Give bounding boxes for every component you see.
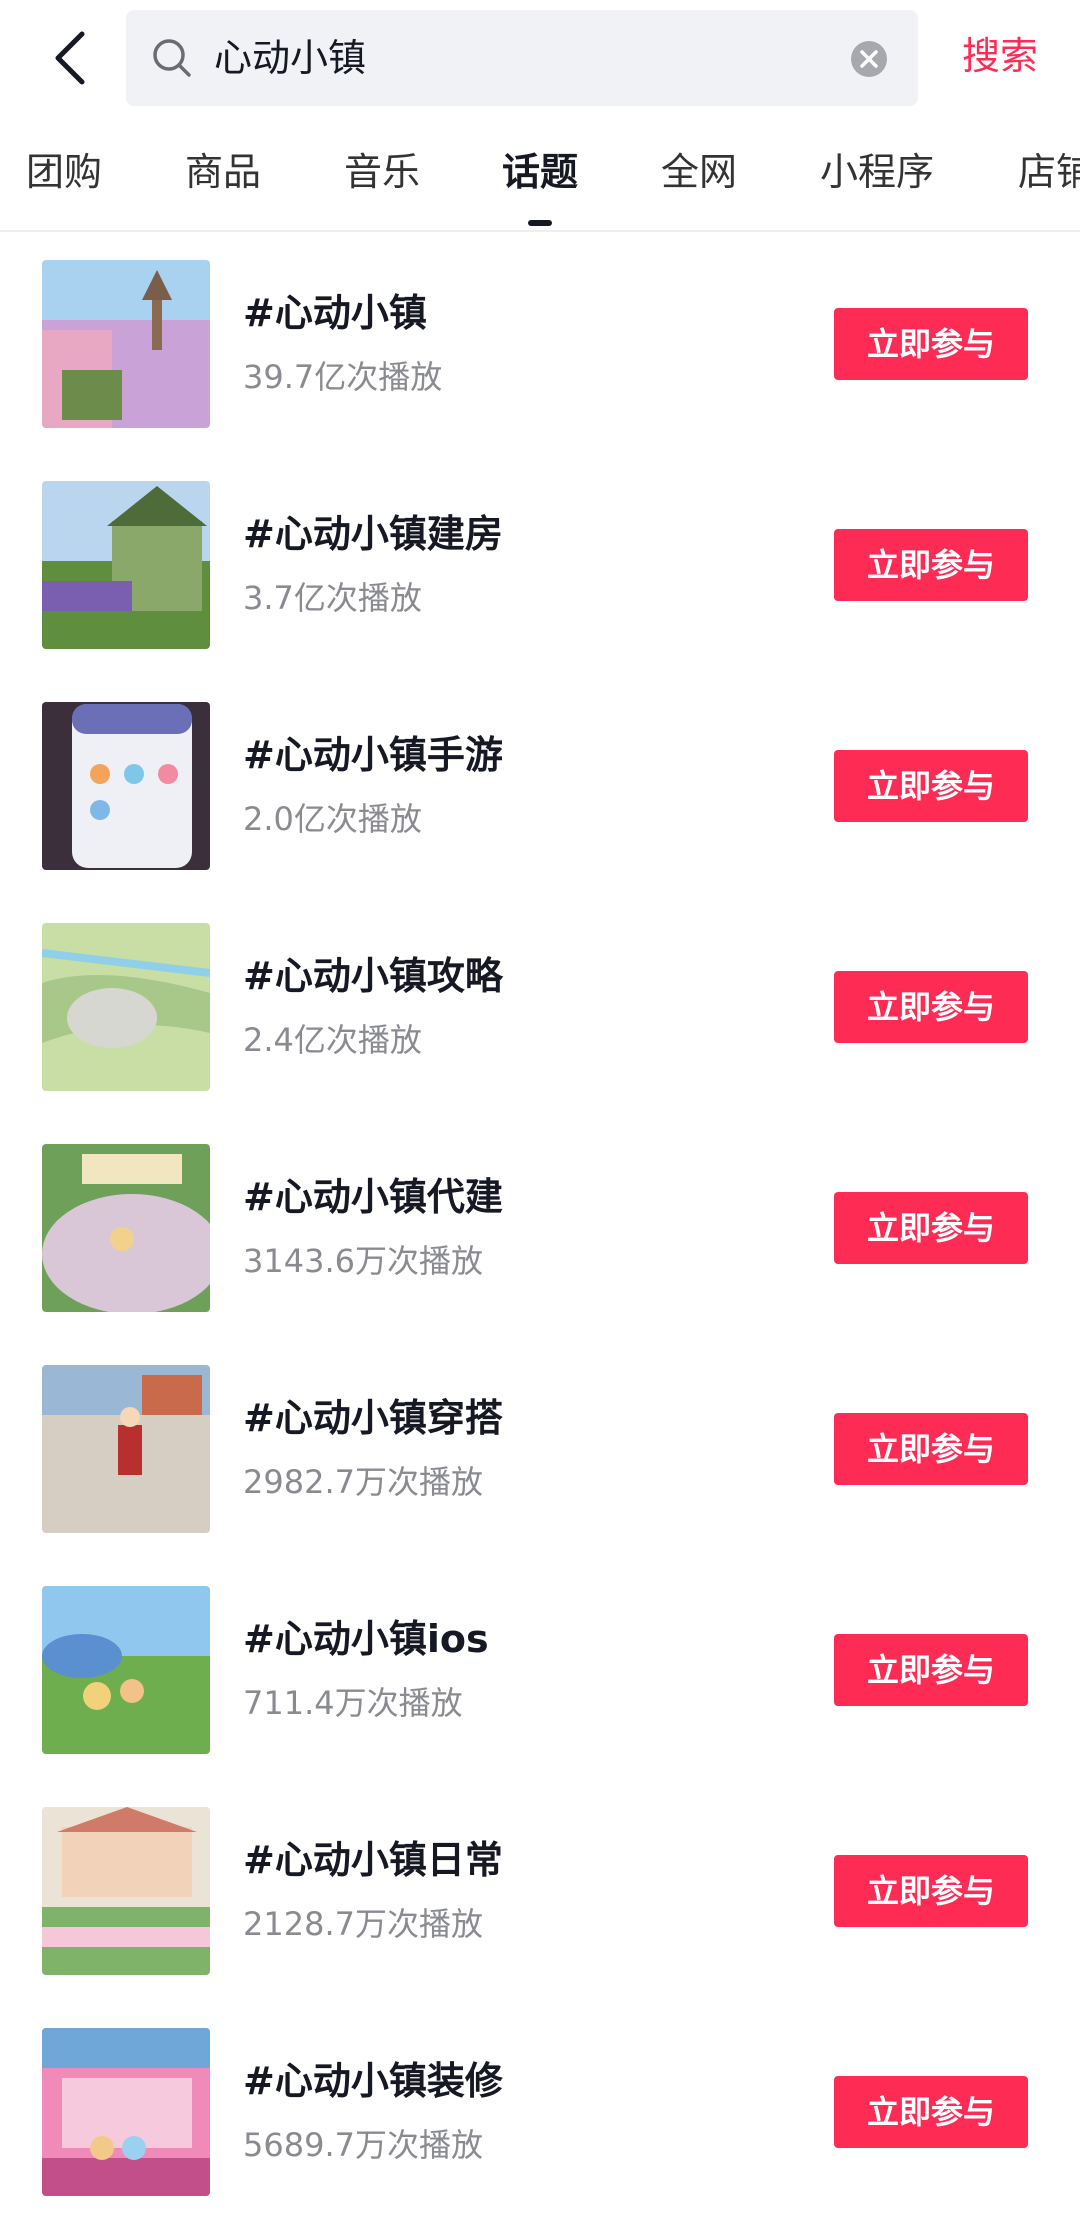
topic-play-count: 2128.7万次播放 bbox=[243, 1905, 483, 1943]
topic-play-count: 3143.6万次播放 bbox=[243, 1242, 483, 1280]
topic-title: #心动小镇穿搭 bbox=[243, 1396, 503, 1440]
topic-thumbnail bbox=[42, 2028, 210, 2196]
topic-row[interactable]: #心动小镇代建 3143.6万次播放 立即参与 bbox=[0, 1116, 1080, 1337]
search-header: 心动小镇 搜索 bbox=[0, 0, 1080, 112]
join-topic-button[interactable]: 立即参与 bbox=[834, 1634, 1028, 1706]
search-icon bbox=[153, 39, 191, 77]
topic-row[interactable]: #心动小镇手游 2.0亿次播放 立即参与 bbox=[0, 674, 1080, 895]
topic-title: #心动小镇ios bbox=[243, 1617, 489, 1661]
topic-play-count: 2.4亿次播放 bbox=[243, 1021, 422, 1059]
chevron-left-icon bbox=[55, 31, 85, 85]
topic-row[interactable]: #心动小镇装修 5689.7万次播放 立即参与 bbox=[0, 2000, 1080, 2221]
topic-play-count: 5689.7万次播放 bbox=[243, 2126, 483, 2164]
topic-thumbnail bbox=[42, 481, 210, 649]
topic-thumbnail bbox=[42, 702, 210, 870]
join-topic-button[interactable]: 立即参与 bbox=[834, 1855, 1028, 1927]
search-query: 心动小镇 bbox=[214, 36, 367, 80]
join-topic-button[interactable]: 立即参与 bbox=[834, 529, 1028, 601]
tab-web[interactable]: 全网 bbox=[661, 112, 737, 230]
join-topic-button[interactable]: 立即参与 bbox=[834, 1413, 1028, 1485]
topic-row[interactable]: #心动小镇 39.7亿次播放 立即参与 bbox=[0, 232, 1080, 453]
topic-play-count: 2.0亿次播放 bbox=[243, 800, 422, 838]
topic-title: #心动小镇手游 bbox=[243, 733, 503, 777]
topic-play-count: 711.4万次播放 bbox=[243, 1684, 463, 1722]
join-topic-button[interactable]: 立即参与 bbox=[834, 2076, 1028, 2148]
topic-play-count: 2982.7万次播放 bbox=[243, 1463, 483, 1501]
clear-icon[interactable] bbox=[850, 40, 888, 78]
topic-thumbnail bbox=[42, 923, 210, 1091]
topic-row[interactable]: #心动小镇日常 2128.7万次播放 立即参与 bbox=[0, 1779, 1080, 2000]
active-tab-indicator bbox=[528, 220, 552, 226]
tab-music[interactable]: 音乐 bbox=[344, 112, 420, 230]
topic-play-count: 3.7亿次播放 bbox=[243, 579, 422, 617]
topic-play-count: 39.7亿次播放 bbox=[243, 358, 443, 396]
topic-thumbnail bbox=[42, 1586, 210, 1754]
back-button[interactable] bbox=[46, 26, 94, 90]
category-tabs: 团购 商品 音乐 话题 全网 小程序 店铺 bbox=[0, 112, 1080, 232]
topic-thumbnail bbox=[42, 260, 210, 428]
topic-row[interactable]: #心动小镇ios 711.4万次播放 立即参与 bbox=[0, 1558, 1080, 1779]
topic-title: #心动小镇日常 bbox=[243, 1838, 503, 1882]
topic-thumbnail bbox=[42, 1144, 210, 1312]
search-button[interactable]: 搜索 bbox=[962, 0, 1038, 112]
topic-row[interactable]: #心动小镇穿搭 2982.7万次播放 立即参与 bbox=[0, 1337, 1080, 1558]
tab-group-buy[interactable]: 团购 bbox=[26, 112, 102, 230]
topic-title: #心动小镇装修 bbox=[243, 2059, 503, 2103]
search-input[interactable]: 心动小镇 bbox=[126, 10, 918, 106]
tab-stores[interactable]: 店铺 bbox=[1018, 112, 1080, 230]
tab-mini-programs[interactable]: 小程序 bbox=[820, 112, 934, 230]
join-topic-button[interactable]: 立即参与 bbox=[834, 750, 1028, 822]
tab-products[interactable]: 商品 bbox=[185, 112, 261, 230]
topic-thumbnail bbox=[42, 1365, 210, 1533]
topic-title: #心动小镇建房 bbox=[243, 512, 503, 556]
join-topic-button[interactable]: 立即参与 bbox=[834, 1192, 1028, 1264]
join-topic-button[interactable]: 立即参与 bbox=[834, 971, 1028, 1043]
topic-title: #心动小镇攻略 bbox=[243, 954, 503, 998]
topic-row[interactable]: #心动小镇建房 3.7亿次播放 立即参与 bbox=[0, 453, 1080, 674]
topic-title: #心动小镇代建 bbox=[243, 1175, 503, 1219]
tab-topics[interactable]: 话题 bbox=[502, 112, 578, 230]
topic-title: #心动小镇 bbox=[243, 291, 427, 335]
topic-thumbnail bbox=[42, 1807, 210, 1975]
topic-row[interactable]: #心动小镇攻略 2.4亿次播放 立即参与 bbox=[0, 895, 1080, 1116]
join-topic-button[interactable]: 立即参与 bbox=[834, 308, 1028, 380]
